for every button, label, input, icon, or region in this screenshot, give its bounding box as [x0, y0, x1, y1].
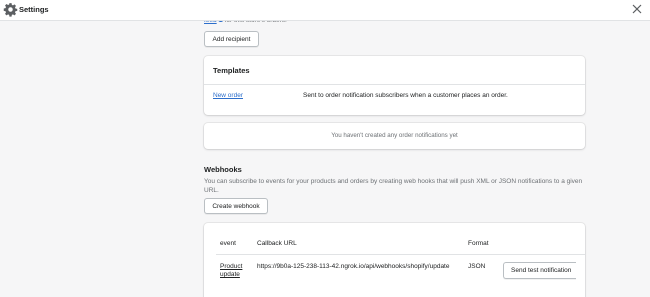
webhooks-table-card: event Callback URL Format Product update…: [204, 223, 585, 297]
send-test-notification-button[interactable]: Send test notification: [503, 262, 576, 279]
webhooks-description: You can subscribe to events for your pro…: [204, 178, 583, 194]
divider: [204, 84, 585, 85]
top-bar: Settings: [0, 0, 650, 21]
add-recipient-button[interactable]: Add recipient: [204, 31, 259, 47]
column-header-callback-url: Callback URL: [257, 240, 297, 247]
close-icon[interactable]: [632, 4, 642, 14]
table-divider: [216, 254, 585, 255]
webhook-event-link[interactable]: Product update: [220, 263, 242, 279]
notifications-empty-card: You haven't created any order notificati…: [204, 123, 585, 149]
template-link-new-order[interactable]: New order: [213, 92, 243, 99]
templates-title: Templates: [213, 66, 250, 75]
webhook-event-line1: Product: [220, 263, 243, 270]
webhook-callback-url: https://9b0a-125-238-113-42.ngrok.io/api…: [257, 263, 450, 270]
webhook-event-line2: update: [220, 271, 240, 278]
column-header-format: Format: [468, 240, 489, 247]
webhook-format: JSON: [468, 263, 486, 270]
template-description: Sent to order notification subscribers w…: [303, 92, 508, 99]
create-webhook-button[interactable]: Create webhook: [204, 198, 268, 214]
webhooks-title: Webhooks: [204, 165, 242, 174]
column-header-event: event: [220, 240, 236, 247]
empty-state-message: You haven't created any order notificati…: [331, 132, 458, 139]
gear-icon: [3, 3, 18, 17]
page-title: Settings: [19, 5, 49, 14]
templates-card: Templates New order Sent to order notifi…: [204, 56, 585, 115]
